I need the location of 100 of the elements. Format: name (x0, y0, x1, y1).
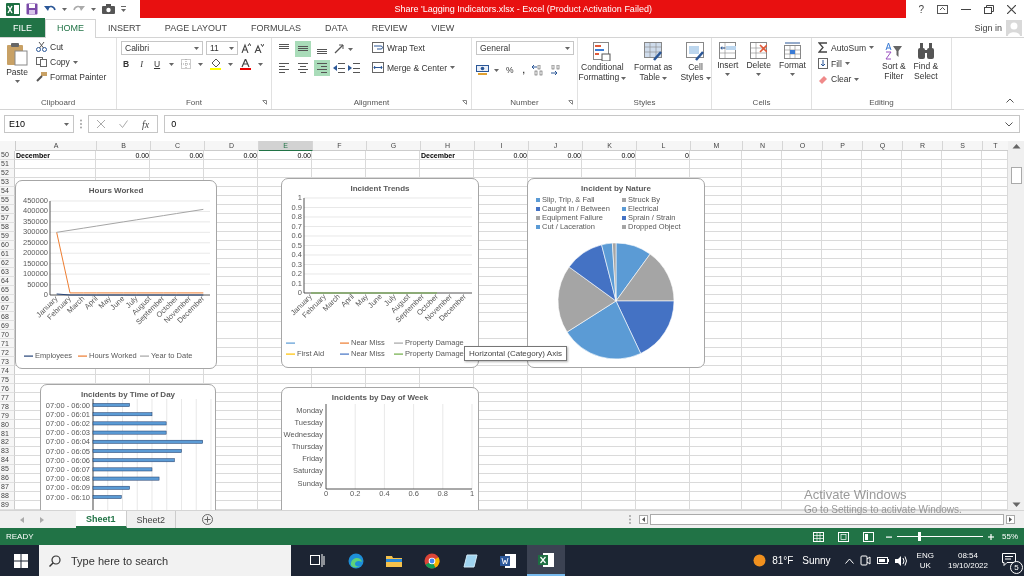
ribbon-tab[interactable]: DATA (313, 19, 360, 37)
clock-date[interactable]: 19/10/2022 (947, 560, 988, 571)
battery-icon[interactable] (876, 556, 889, 565)
activation-title: Activate Windows (804, 487, 908, 502)
file-tab[interactable]: FILE (0, 18, 45, 37)
name-box[interactable]: E10 (4, 115, 74, 133)
scroll-down-icon[interactable] (1011, 502, 1021, 508)
wrap-text-button[interactable]: Wrap Text (370, 41, 457, 54)
text-angle-icon[interactable] (333, 43, 345, 55)
scissors-icon (36, 42, 47, 52)
volume-icon[interactable] (894, 555, 907, 566)
dialog-launcher-icon[interactable] (568, 100, 573, 105)
meet-icon[interactable] (859, 555, 871, 566)
decrease-decimal-icon[interactable] (548, 64, 561, 76)
spreadsheet-logo-icon[interactable] (6, 2, 20, 16)
windows-start-icon[interactable] (14, 553, 28, 568)
caret-icon (62, 7, 67, 11)
font-color-icon[interactable] (240, 58, 252, 70)
decrease-font-size-icon[interactable] (254, 43, 264, 53)
scroll-left-icon[interactable] (639, 515, 648, 524)
ribbon-tab[interactable]: FORMULAS (239, 19, 314, 37)
find-select-button[interactable]: Find & Select (911, 41, 941, 96)
align-right-button[interactable] (314, 60, 330, 76)
delete-button[interactable]: Delete (744, 41, 773, 96)
increase-indent-icon[interactable] (348, 62, 360, 74)
scroll-up-icon[interactable] (1011, 143, 1021, 149)
sheet-tab[interactable]: Sheet1 (76, 511, 127, 528)
insert-function-button[interactable]: fx (142, 118, 150, 130)
insert-button[interactable]: Insert (715, 41, 741, 96)
slider-thumb[interactable] (918, 532, 922, 541)
page-layout-icon[interactable] (838, 531, 849, 542)
conditional-formatting-button[interactable]: Conditional Formatting (576, 41, 629, 96)
fill-button[interactable]: Fill (816, 57, 876, 70)
decrease-indent-icon[interactable] (333, 62, 345, 74)
camera-icon[interactable] (102, 4, 115, 14)
font-size-field[interactable]: 11 (206, 41, 238, 55)
caret-icon (229, 46, 234, 50)
save-icon[interactable] (26, 3, 38, 15)
close-icon[interactable] (1007, 4, 1016, 14)
ribbon-display-icon[interactable] (937, 4, 948, 14)
italic-button[interactable]: I (138, 58, 145, 70)
ribbon-tab[interactable]: VIEW (419, 19, 467, 37)
paste-button[interactable]: Paste (4, 41, 30, 96)
ribbon-tab[interactable]: INSERT (96, 19, 153, 37)
ribbon-tab[interactable]: REVIEW (359, 19, 420, 37)
dialog-launcher-icon[interactable] (262, 100, 267, 105)
clock-time[interactable]: 08:54 (957, 550, 978, 561)
bold-button[interactable]: B (121, 58, 132, 70)
zoom-level[interactable]: 55% (1002, 532, 1018, 541)
align-center-button[interactable] (295, 60, 311, 76)
increase-decimal-icon[interactable] (531, 64, 544, 76)
spreadsheet-document-taskbar-button[interactable] (527, 545, 565, 576)
restore-icon[interactable] (984, 4, 994, 14)
scroll-thumb[interactable] (1010, 167, 1022, 184)
expand-icon[interactable] (1005, 121, 1013, 127)
percent-button[interactable]: % (504, 64, 516, 76)
dialog-launcher-icon[interactable] (462, 100, 467, 105)
caret-icon (565, 46, 570, 50)
autosum-button[interactable]: AutoSum (816, 41, 876, 54)
help-button[interactable]: ? (918, 3, 924, 15)
zoom-in-icon[interactable] (988, 533, 994, 540)
notification-icon[interactable] (1002, 552, 1016, 566)
scroll-thumb[interactable] (650, 514, 1004, 525)
collapse-icon[interactable] (1006, 98, 1014, 103)
format-painter-button[interactable]: Format Painter (34, 71, 109, 83)
add-sheet-icon[interactable] (202, 514, 214, 525)
fill-color-icon[interactable] (210, 58, 222, 70)
number-format-field[interactable]: General (476, 41, 574, 55)
currency-icon[interactable] (476, 65, 489, 75)
region-text[interactable]: UK (919, 560, 931, 571)
language-text[interactable]: ENG (916, 550, 934, 561)
ribbon-tab[interactable]: HOME (45, 19, 96, 38)
spreadsheet-document-icon (538, 551, 554, 568)
merge-center-button[interactable]: Merge & Center (370, 61, 457, 74)
caret-icon (194, 46, 199, 50)
format-button[interactable]: Format (776, 41, 808, 96)
chevron-up-icon[interactable] (844, 557, 854, 564)
page-break-icon[interactable] (863, 531, 874, 542)
sun-icon (753, 554, 767, 567)
chart-title: Incidents by Day of Week (331, 393, 429, 402)
search-field[interactable]: Type here to search (39, 545, 291, 576)
format-as-table-button[interactable]: Format as Table (632, 41, 675, 96)
scroll-right-icon[interactable] (1006, 515, 1015, 524)
middle-align-button[interactable] (295, 41, 311, 57)
formula-field[interactable]: 0 (164, 115, 1020, 133)
normal-view-icon[interactable] (813, 531, 824, 542)
copy-button[interactable]: Copy (34, 56, 109, 68)
font-name-field[interactable]: Calibri (121, 41, 203, 55)
ribbon-tab[interactable]: PAGE LAYOUT (152, 19, 240, 37)
increase-font-size-icon[interactable] (241, 43, 251, 53)
cell-styles-button[interactable]: Cell Styles (678, 41, 713, 96)
sign-in-link[interactable]: Sign in (974, 22, 1002, 33)
cut-button[interactable]: Cut (34, 41, 109, 53)
align-left-button[interactable] (276, 60, 292, 76)
underline-button[interactable]: U (152, 58, 163, 70)
sort-filter-button[interactable]: Sort & Filter (879, 41, 908, 96)
eraser-icon (818, 74, 828, 84)
customize-icon[interactable] (121, 6, 126, 12)
clear-button[interactable]: Clear (816, 73, 876, 85)
comma-button[interactable]: , (520, 64, 527, 76)
